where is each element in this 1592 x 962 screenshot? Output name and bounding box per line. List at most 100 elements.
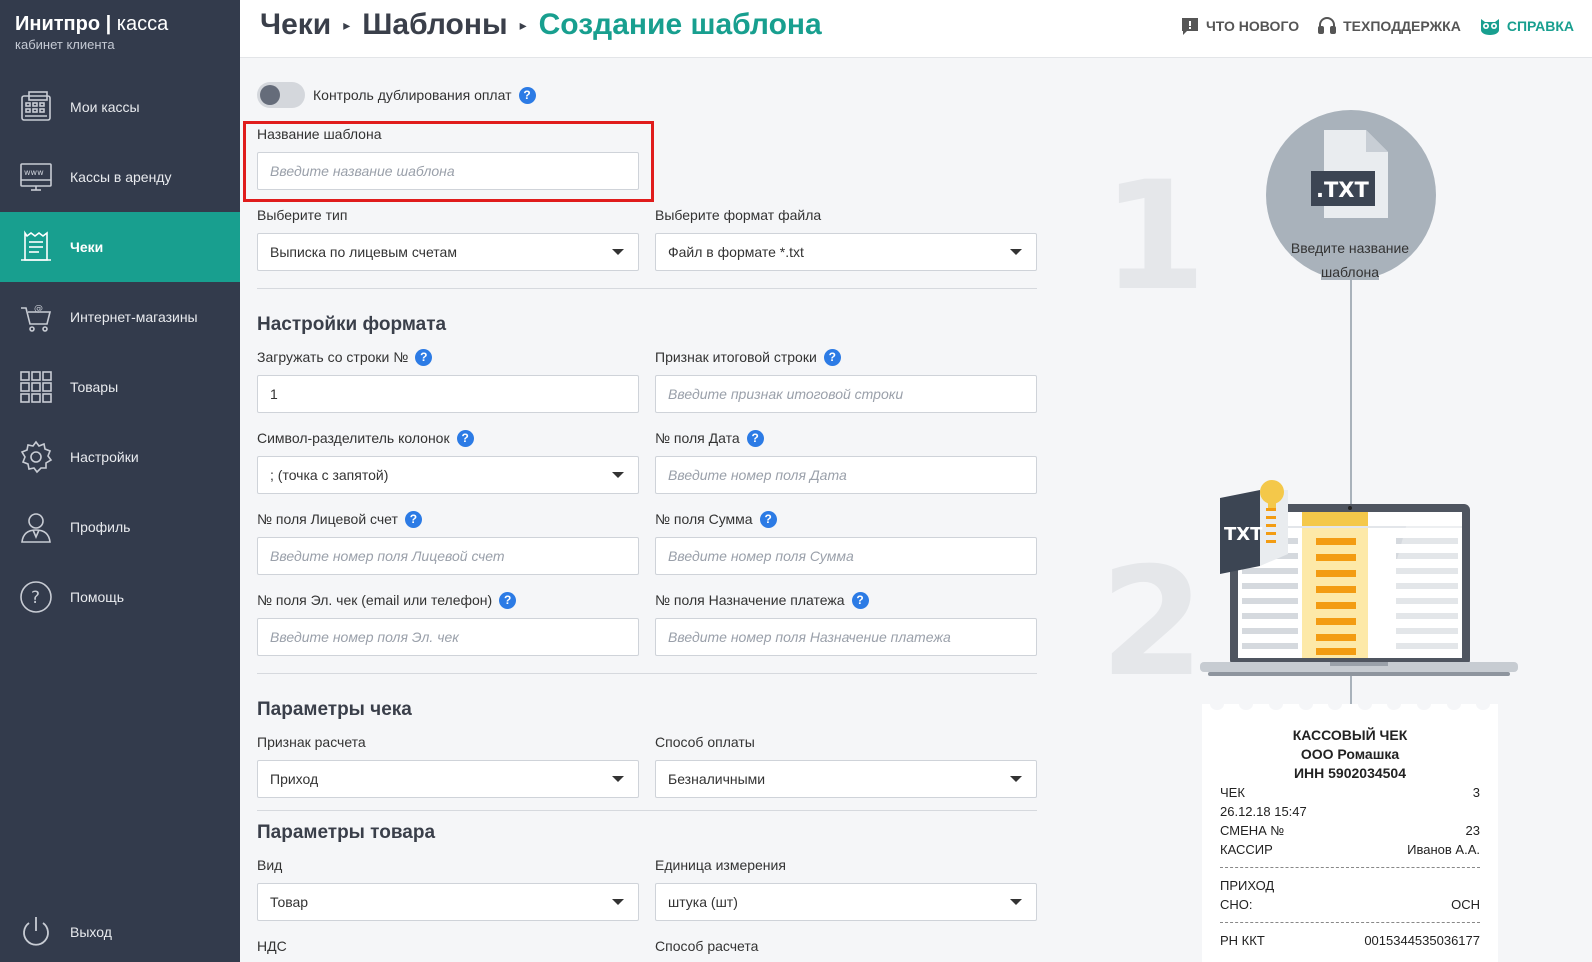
start-row-input[interactable]: 1 <box>257 375 639 413</box>
help-icon[interactable]: ? <box>759 510 777 528</box>
help-icon[interactable]: ? <box>404 510 422 528</box>
caret-down-icon <box>612 472 624 478</box>
sidebar-item-receipts[interactable]: Чеки <box>0 212 240 282</box>
sidebar-item-label: Профиль <box>70 519 131 535</box>
unit-field: Единица измерения штука (шт) <box>655 855 1037 921</box>
step-2-number: 2 <box>1100 536 1205 710</box>
calc-sign-value: Приход <box>270 771 319 787</box>
support-link[interactable]: ТЕХПОДДЕРЖКА <box>1317 16 1461 36</box>
help-icon[interactable]: ? <box>823 348 841 366</box>
sidebar-nav: Мои кассы www Кассы в аренду Чеки @ Инте… <box>0 72 240 632</box>
whats-new-link[interactable]: ЧТО НОВОГО <box>1180 16 1299 36</box>
grid-icon <box>18 369 54 405</box>
calc-method-field: Способ расчета <box>655 936 1037 956</box>
total-flag-label: Признак итоговой строки? <box>655 347 1037 367</box>
whats-new-label: ЧТО НОВОГО <box>1205 18 1300 34</box>
template-name-label: Название шаблона <box>257 126 382 142</box>
help-icon[interactable]: ? <box>746 429 764 447</box>
separator-value: ; (точка с запятой) <box>270 467 389 483</box>
vat-label: НДС <box>257 938 287 954</box>
sidebar-item-profile[interactable]: Профиль <box>0 492 240 562</box>
format-section-title: Настройки формата <box>257 314 447 335</box>
unit-select[interactable]: штука (шт) <box>655 883 1037 921</box>
receipt-icon <box>18 229 54 265</box>
help-icon[interactable]: ? <box>415 348 433 366</box>
sidebar: Инитпро | касса кабинет клиента Мои касс… <box>0 0 240 962</box>
vat-field: НДС <box>257 936 639 956</box>
svg-text:@: @ <box>34 304 43 314</box>
sidebar-item-online-stores[interactable]: @ Интернет-магазины <box>0 282 240 352</box>
calc-sign-select[interactable]: Приход <box>257 760 639 798</box>
receipt-title: КАССОВЫЙ ЧЕК <box>1292 727 1408 743</box>
date-field-input[interactable]: Введите номер поля Дата <box>655 456 1037 494</box>
file-format-select[interactable]: Файл в формате *.txt <box>655 233 1037 271</box>
sidebar-item-rent[interactable]: www Кассы в аренду <box>0 142 240 212</box>
sidebar-item-settings[interactable]: Настройки <box>0 422 240 492</box>
help-icon[interactable]: ? <box>518 86 536 104</box>
help-icon[interactable]: ? <box>851 591 869 609</box>
gear-icon <box>18 439 54 475</box>
help-icon[interactable]: ? <box>456 429 474 447</box>
sidebar-item-label: Товары <box>70 379 119 395</box>
logout-section: Выход <box>0 897 240 962</box>
date-field: № поля Дата? Введите номер поля Дата <box>655 428 1037 494</box>
total-flag-input[interactable]: Введите признак итоговой строки <box>655 375 1037 413</box>
brand-subtitle: кабинет клиента <box>15 37 115 52</box>
headset-icon <box>1318 17 1337 34</box>
receipt-edge <box>1202 698 1498 710</box>
account-field-input[interactable]: Введите номер поля Лицевой счет <box>257 537 639 575</box>
separator-field: Символ-разделитель колонок? ; (точка с з… <box>257 428 639 494</box>
receipt-row: РН ККТ 0015344535036177 <box>1220 933 1480 948</box>
email-field-input[interactable]: Введите номер поля Эл. чек <box>257 618 639 656</box>
sidebar-item-help[interactable]: ? Помощь <box>0 562 240 632</box>
template-name-input[interactable]: Введите название шаблона <box>257 152 639 190</box>
account-field: № поля Лицевой счет? Введите номер поля … <box>257 509 639 575</box>
purpose-field: № поля Назначение платежа? Введите номер… <box>655 590 1037 656</box>
kind-select[interactable]: Товар <box>257 883 639 921</box>
goods-section-title: Параметры товара <box>257 822 436 843</box>
logout-button[interactable]: Выход <box>0 897 240 962</box>
caret-down-icon <box>1010 776 1022 782</box>
sum-field: № поля Сумма? Введите номер поля Сумма <box>655 509 1037 575</box>
calc-sign-label: Признак расчета <box>257 734 366 750</box>
receipt-row: СНО: ОСН <box>1220 897 1480 912</box>
receipt-row: ЧЕК 3 <box>1220 785 1480 800</box>
brand[interactable]: Инитпро | касса кабинет клиента <box>0 0 240 60</box>
support-label: ТЕХПОДДЕРЖКА <box>1343 18 1461 34</box>
breadcrumb-templates[interactable]: Шаблоны <box>362 8 507 42</box>
purpose-field-input[interactable]: Введите номер поля Назначение платежа <box>655 618 1037 656</box>
sidebar-item-my-cash-registers[interactable]: Мои кассы <box>0 72 240 142</box>
help-link[interactable]: СПРАВКА <box>1479 16 1574 36</box>
file-format-label: Выберите формат файла <box>655 207 822 223</box>
sum-field-input[interactable]: Введите номер поля Сумма <box>655 537 1037 575</box>
help-icon[interactable]: ? <box>499 591 517 609</box>
breadcrumb: Чеки ▸ Шаблоны ▸ Создание шаблона <box>260 8 822 42</box>
type-select[interactable]: Выписка по лицевым счетам <box>257 233 639 271</box>
kind-field: Вид Товар <box>257 855 639 921</box>
separator-select[interactable]: ; (точка с запятой) <box>257 456 639 494</box>
type-field: Выберите тип Выписка по лицевым счетам <box>257 205 639 271</box>
purpose-field-label: № поля Назначение платежа? <box>655 590 1037 610</box>
sidebar-item-label: Чеки <box>70 239 104 255</box>
sidebar-item-label: Интернет-магазины <box>70 309 198 325</box>
sidebar-item-goods[interactable]: Товары <box>0 352 240 422</box>
receipt-divider <box>1220 922 1480 923</box>
receipt-section-title: Параметры чека <box>257 699 412 720</box>
template-form: Контроль дублирования оплат ? Название ш… <box>240 58 1050 962</box>
top-header: Чеки ▸ Шаблоны ▸ Создание шаблона ЧТО НО… <box>240 0 1592 58</box>
top-links: ЧТО НОВОГО ТЕХПОДДЕРЖКА СПРАВКА <box>1162 16 1574 36</box>
txt-badge-text: .TXT <box>1316 178 1369 202</box>
kind-value: Товар <box>270 894 309 910</box>
duplicate-control-toggle[interactable] <box>257 82 305 108</box>
brand-name: Инитпро | касса <box>15 13 169 35</box>
receipt-inn: ИНН 5902034504 <box>1293 765 1407 781</box>
unit-label: Единица измерения <box>655 857 786 873</box>
txt-label: TXT <box>1224 524 1263 545</box>
file-format-value: Файл в формате *.txt <box>668 244 804 260</box>
type-value: Выписка по лицевым счетам <box>270 244 457 260</box>
breadcrumb-receipts[interactable]: Чеки <box>260 8 331 42</box>
sidebar-item-label: Помощь <box>70 589 125 605</box>
caret-down-icon <box>1010 899 1022 905</box>
pay-method-select[interactable]: Безналичными <box>655 760 1037 798</box>
pay-method-label: Способ оплаты <box>655 734 755 750</box>
